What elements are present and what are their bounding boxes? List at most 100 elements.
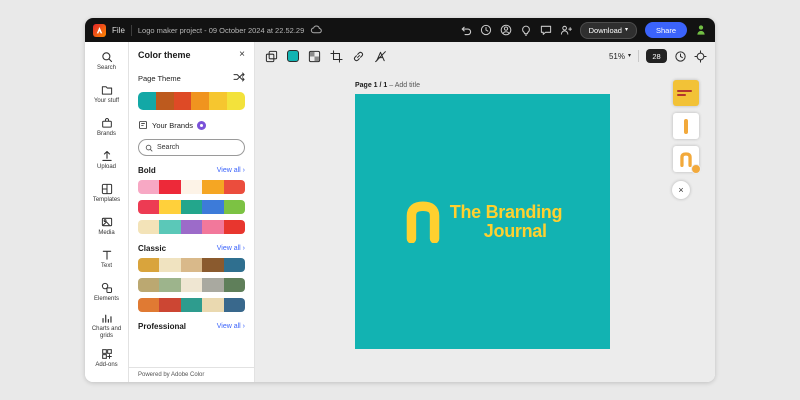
palette-color [159,278,181,292]
section-title: Professional [138,322,187,331]
color-search-input[interactable]: Search [138,139,245,156]
palette-row[interactable] [138,220,245,234]
palette-row[interactable] [138,200,245,214]
view-all-link[interactable]: View all › [217,245,245,252]
brand-doc-icon [139,120,147,130]
download-button[interactable]: Download ▾ [579,21,637,39]
palette-color [159,258,181,272]
canvas-color-swatch[interactable] [287,50,299,62]
palette-color [180,220,203,234]
palette-color [202,298,224,312]
add-ons-icon [101,349,112,360]
palette-section: Bold View all › [138,166,245,234]
palette-color [223,200,245,214]
sidebar-item-charts-and-grids[interactable]: Charts and grids [85,309,129,342]
crop-icon[interactable] [330,49,343,63]
palette-color [180,278,203,292]
sidebar-item-text[interactable]: Text [85,243,129,276]
templates-icon [101,184,112,195]
share-button[interactable]: Share [644,22,687,38]
view-all-link[interactable]: View all › [217,167,245,174]
timer-badge[interactable]: 28 [646,49,667,63]
sidebar-item-media[interactable]: Media [85,210,129,243]
palette-color [159,180,181,194]
divider [130,24,132,36]
palette-color [223,258,245,272]
clear-format-icon[interactable] [374,50,387,63]
logo[interactable]: The Branding Journal [403,201,563,243]
link-icon[interactable] [352,50,365,63]
chart-icon [101,314,112,323]
file-menu[interactable]: File [112,26,125,35]
lightbulb-icon[interactable] [520,24,532,36]
sidebar-item-add-ons[interactable]: Add-ons [85,342,129,375]
palette-color [202,180,224,194]
palette-color [223,220,245,234]
palette-color [138,278,160,292]
left-rail: Search Your stuff Brands Upload Template… [85,42,129,382]
history-icon[interactable] [480,24,492,36]
close-panel-icon[interactable]: × [239,50,245,60]
page-theme-strip[interactable] [138,92,245,110]
sidebar-item-search[interactable]: Search [85,45,129,78]
palette-color [138,200,160,214]
sidebar-item-your-stuff[interactable]: Your stuff [85,78,129,111]
your-brands-row[interactable]: Your Brands [138,120,245,130]
sidebar-item-brands[interactable]: Brands [85,111,129,144]
undo-icon[interactable] [460,24,472,36]
palette-row[interactable] [138,258,245,272]
page-theme-label: Page Theme [138,73,181,83]
canvas-toolbar: 51% ▾ 28 [265,47,707,65]
palette-color [223,278,245,292]
thumb-text-line [677,90,692,92]
folder-icon [101,86,112,95]
logo-text: The Branding Journal [449,202,563,241]
sidebar-item-upload[interactable]: Upload [85,144,129,177]
palette-color [202,278,224,292]
adobe-express-logo-icon[interactable] [93,23,106,37]
zoom-select[interactable]: 51% ▾ [609,52,631,61]
canvas-area: 51% ▾ 28 Page 1 / 1 – Add title The Bran… [255,42,715,382]
page-canvas[interactable]: The Branding Journal [355,94,610,349]
account-avatar-icon[interactable] [500,24,512,36]
theme-color[interactable] [227,92,245,110]
panel-title: Color theme [138,50,191,60]
comment-icon[interactable] [540,24,552,36]
page-label[interactable]: Page 1 / 1 – Add title [355,82,420,89]
pages-icon[interactable] [265,50,278,63]
palette-color [223,180,245,194]
project-title[interactable]: Logo maker project - 09 October 2024 at … [138,26,304,35]
palette-row[interactable] [138,298,245,312]
thumbnail-rail: × [672,80,701,199]
green-avatar-icon[interactable] [695,24,707,36]
canvas-toolbar-right: 51% ▾ 28 [609,49,707,63]
close-float-button[interactable]: × [672,181,690,199]
transparency-icon[interactable] [308,50,321,63]
palette-row[interactable] [138,180,245,194]
sidebar-item-elements[interactable]: Elements [85,276,129,309]
palette-color [202,258,224,272]
thumbnail-page[interactable] [673,80,699,106]
divider [638,50,639,62]
chevron-down-icon: ▾ [624,27,628,33]
notification-dot [691,164,701,174]
view-all-link[interactable]: View all › [217,323,245,330]
locate-icon[interactable] [694,49,707,63]
chevron-down-icon: ▾ [627,53,631,59]
sidebar-item-templates[interactable]: Templates [85,177,129,210]
theme-color[interactable] [155,92,174,110]
clock-icon[interactable] [674,50,687,63]
theme-color[interactable] [173,92,192,110]
section-title: Classic [138,244,167,253]
shuffle-icon[interactable] [233,69,245,87]
media-icon [101,218,112,227]
theme-color[interactable] [138,92,156,110]
topbar-actions: Download ▾ Share [460,21,707,39]
top-bar: File Logo maker project - 09 October 202… [85,18,715,42]
thumbnail-bar-asset[interactable] [673,113,699,139]
invite-person-icon[interactable] [560,24,572,36]
theme-color[interactable] [191,92,210,110]
theme-color[interactable] [209,92,228,110]
palette-row[interactable] [138,278,245,292]
thumbnail-logo-asset[interactable] [673,146,701,174]
